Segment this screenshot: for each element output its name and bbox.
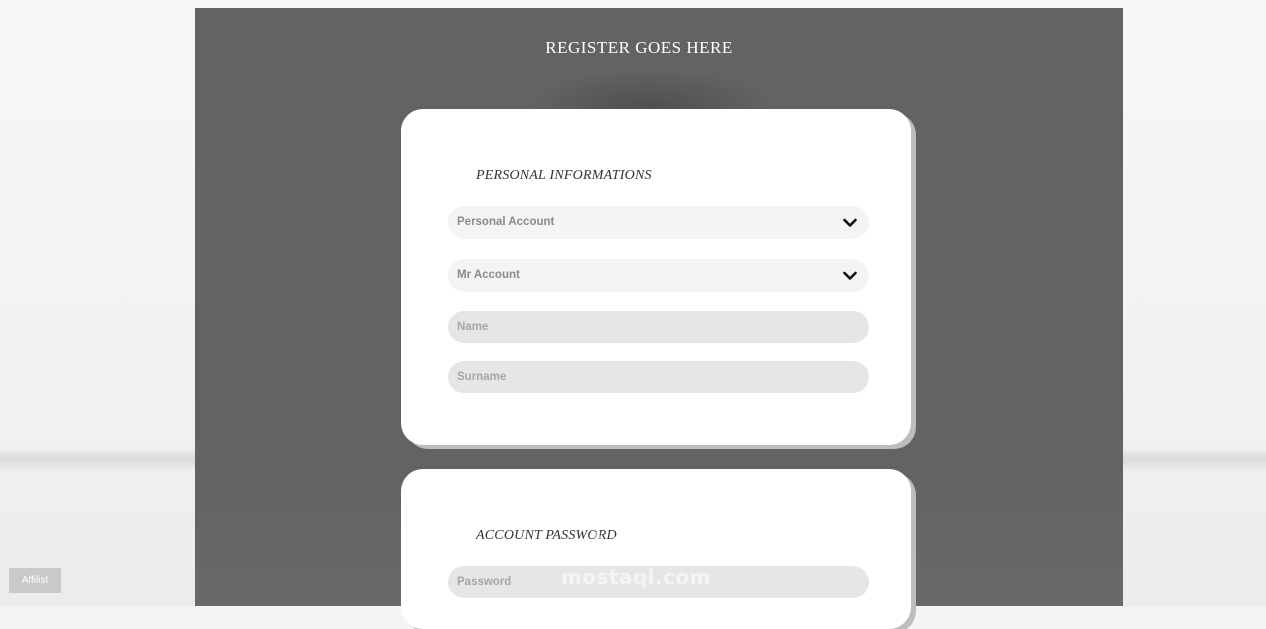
account-type-value: Personal Account xyxy=(457,216,555,228)
watermark-latin: mostaql.com xyxy=(560,565,712,589)
watermark: مستقل mostaql.com xyxy=(556,528,716,588)
page-title: REGISTER GOES HERE xyxy=(545,38,733,57)
chevron-down-icon xyxy=(843,271,857,280)
watermark-arabic: مستقل xyxy=(573,527,699,567)
personal-section-title: PERSONAL INFORMATIONS xyxy=(476,168,652,183)
name-input[interactable] xyxy=(448,311,869,343)
affilist-badge[interactable]: Affilist xyxy=(9,568,61,593)
title-select[interactable]: Mr Account xyxy=(448,259,869,292)
title-select-value: Mr Account xyxy=(457,269,520,281)
personal-information-card: PERSONAL INFORMATIONS Personal Account M… xyxy=(401,109,911,445)
account-type-select[interactable]: Personal Account xyxy=(448,206,869,239)
surname-input[interactable] xyxy=(448,361,869,393)
chevron-down-icon xyxy=(843,218,857,227)
